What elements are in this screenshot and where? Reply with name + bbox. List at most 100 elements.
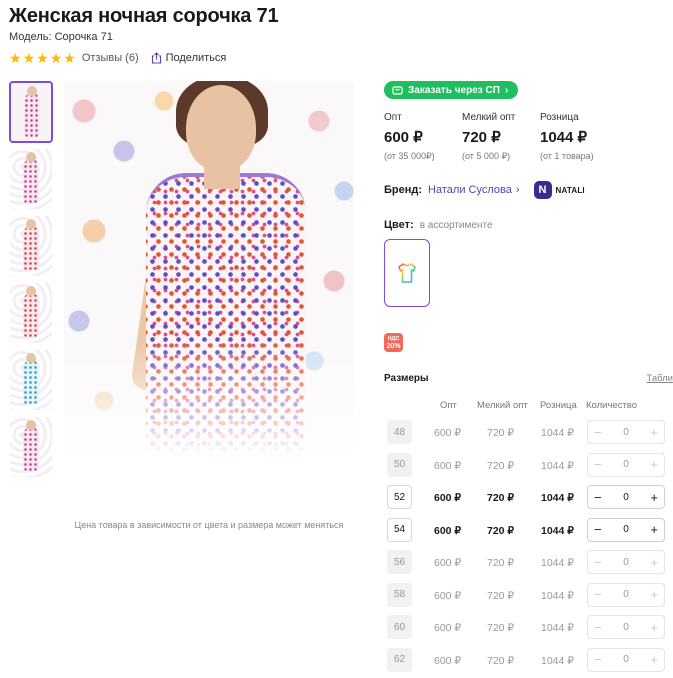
main-product-photo[interactable] [64, 81, 354, 509]
price-retail: 1044 ₽ [541, 524, 574, 537]
share-button[interactable]: Поделиться [151, 52, 227, 64]
price-opt: 600 ₽ [434, 589, 462, 602]
brand-row: Бренд: Натали Суслова › N NATALI [384, 179, 673, 201]
plus-button[interactable]: + [650, 490, 658, 505]
price-tier-small-opt: Мелкий опт 720 ₽ (от 5 000 ₽) [462, 112, 540, 162]
price-note: (от 35 000₽) [384, 151, 435, 161]
thumbnail[interactable] [9, 215, 53, 277]
quantity-value: 0 [623, 459, 629, 470]
plus-icon: + [650, 457, 658, 472]
plus-icon: + [650, 424, 658, 440]
brand-logo-text: NATALI [555, 185, 585, 195]
col-small-opt: Мелкий опт [477, 400, 528, 411]
price-note: (от 1 товара) [540, 151, 594, 161]
quantity-stepper: − 0 + [587, 517, 665, 542]
star-icon: ★ [36, 50, 49, 66]
product-meta: ★ ★ ★ ★ ★ Отзывы (6) Поделиться [9, 51, 226, 65]
brand-link[interactable]: Натали Суслова [428, 184, 512, 196]
price-retail: 1044 ₽ [541, 654, 574, 667]
price-small-opt: 720 ₽ [487, 589, 515, 602]
size-cell: 58 [387, 582, 412, 607]
quantity-value: 0 [623, 426, 629, 438]
plus-button[interactable]: + [650, 522, 658, 537]
plus-icon: + [650, 554, 658, 570]
price-tier-retail: Розница 1044 ₽ (от 1 товара) [540, 112, 618, 162]
price-small-opt: 720 ₽ [487, 427, 515, 439]
quantity-stepper: − 0 + [587, 582, 665, 607]
thumbnail[interactable] [9, 416, 53, 478]
star-icon: ★ [63, 50, 76, 66]
quantity-value: 0 [623, 654, 629, 665]
quantity-stepper: − 0 + [587, 550, 665, 574]
rating-stars[interactable]: ★ ★ ★ ★ ★ [9, 51, 76, 65]
size-row: 60 600 ₽ 720 ₽ 1044 ₽ − 0 + [384, 613, 673, 646]
price-opt: 600 ₽ [434, 557, 462, 569]
size-table-link[interactable]: Табли [646, 373, 673, 384]
quantity-input[interactable]: 0 [623, 524, 629, 535]
star-icon: ★ [9, 50, 22, 66]
size-row: 52 600 ₽ 720 ₽ 1044 ₽ − 0 + [384, 483, 673, 516]
price-retail: 1044 ₽ [541, 459, 574, 472]
price-retail: 1044 ₽ [541, 622, 574, 634]
color-swatch-assorted[interactable] [384, 239, 430, 307]
minus-icon: − [594, 587, 602, 602]
price-opt: 600 ₽ [434, 622, 462, 634]
thumbnail[interactable] [9, 148, 53, 210]
brand-logo[interactable]: N [533, 181, 552, 199]
plus-icon: + [650, 652, 658, 667]
size-cell[interactable]: 52 [387, 485, 412, 509]
size-cell: 56 [387, 550, 412, 574]
size-row: 54 600 ₽ 720 ₽ 1044 ₽ − 0 + [384, 516, 673, 549]
size-cell: 48 [387, 420, 412, 444]
price-retail: 1044 ₽ [541, 427, 574, 439]
size-cell: 62 [387, 647, 412, 672]
plus-icon: + [650, 587, 658, 602]
sizes-title: Размеры [384, 373, 429, 384]
minus-button[interactable]: − [594, 522, 602, 537]
share-label: Поделиться [165, 52, 227, 64]
product-info-panel: Заказать через СП › Опт 600 ₽ (от 35 000… [384, 81, 673, 352]
size-cell: 50 [387, 452, 412, 477]
price-label: Розница [540, 112, 579, 123]
minus-icon: − [594, 652, 602, 667]
price-opt: 600 ₽ [434, 492, 462, 504]
price-tier-opt: Опт 600 ₽ (от 35 000₽) [384, 112, 462, 162]
price-value: 1044 ₽ [540, 129, 588, 146]
price-small-opt: 720 ₽ [487, 654, 515, 667]
chevron-right-icon: › [504, 84, 509, 96]
price-small-opt: 720 ₽ [487, 492, 515, 504]
sizes-header: Размеры Табли [384, 373, 673, 384]
price-small-opt: 720 ₽ [487, 622, 515, 634]
share-icon [151, 52, 162, 64]
price-opt: 600 ₽ [434, 459, 462, 472]
star-icon: ★ [49, 50, 63, 66]
price-value: 600 ₽ [384, 129, 423, 146]
col-retail: Розница [540, 400, 577, 411]
order-sp-button[interactable]: Заказать через СП › [384, 81, 519, 99]
quantity-stepper: − 0 + [587, 420, 665, 444]
reviews-link[interactable]: Отзывы (6) [82, 52, 139, 64]
product-title: Женская ночная сорочка 71 [9, 5, 279, 27]
price-label: Опт [384, 112, 402, 123]
price-small-opt: 720 ₽ [487, 459, 515, 472]
quantity-stepper: − 0 + [587, 452, 665, 477]
chevron-right-icon: › [515, 184, 520, 196]
quantity-input[interactable]: 0 [623, 492, 629, 503]
price-opt: 600 ₽ [434, 654, 462, 667]
thumbnail[interactable] [9, 81, 53, 143]
product-model: Модель: Сорочка 71 [9, 31, 113, 43]
sizes-table: 48 600 ₽ 720 ₽ 1044 ₽ − 0 + 50 600 ₽ 720… [384, 418, 673, 678]
quantity-stepper: − 0 + [587, 647, 665, 672]
thumbnail[interactable] [9, 349, 53, 411]
size-row: 62 600 ₽ 720 ₽ 1044 ₽ − 0 + [384, 646, 673, 678]
size-cell[interactable]: 54 [387, 517, 412, 542]
price-small-opt: 720 ₽ [487, 524, 515, 537]
brand-label: Бренд: [384, 184, 423, 196]
photo-caption: Цена товара в зависимости от цвета и раз… [74, 520, 344, 530]
color-label: Цвет: [384, 219, 414, 231]
minus-button[interactable]: − [594, 490, 602, 505]
price-retail: 1044 ₽ [541, 492, 574, 504]
price-retail: 1044 ₽ [541, 589, 574, 602]
col-quantity: Количество [586, 400, 638, 411]
thumbnail[interactable] [9, 282, 53, 344]
